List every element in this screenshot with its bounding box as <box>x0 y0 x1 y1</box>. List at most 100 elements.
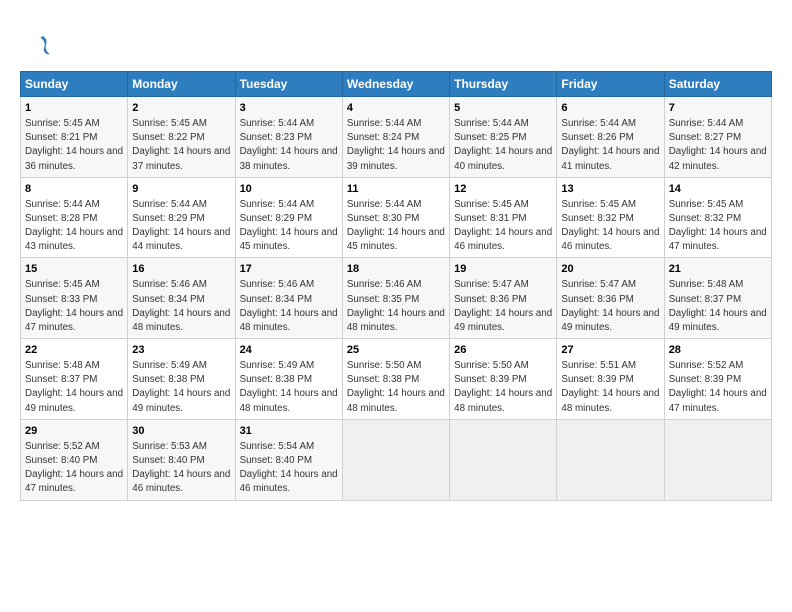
sunset-text: Sunset: 8:29 PM <box>240 213 312 224</box>
sunset-text: Sunset: 8:22 PM <box>132 132 204 143</box>
sunset-text: Sunset: 8:24 PM <box>347 132 419 143</box>
sunset-text: Sunset: 8:25 PM <box>454 132 526 143</box>
header-monday: Monday <box>128 72 235 97</box>
sunset-text: Sunset: 8:37 PM <box>25 374 97 385</box>
day-number: 17 <box>240 262 338 277</box>
sunrise-text: Sunrise: 5:46 AM <box>240 279 315 290</box>
sunrise-text: Sunrise: 5:50 AM <box>454 360 529 371</box>
sunrise-text: Sunrise: 5:44 AM <box>25 199 100 210</box>
sunset-text: Sunset: 8:37 PM <box>669 294 741 305</box>
day-cell: 18Sunrise: 5:46 AMSunset: 8:35 PMDayligh… <box>342 258 449 339</box>
sunset-text: Sunset: 8:23 PM <box>240 132 312 143</box>
header-sunday: Sunday <box>21 72 128 97</box>
sunrise-text: Sunrise: 5:45 AM <box>25 279 100 290</box>
day-number: 14 <box>669 182 767 197</box>
sunrise-text: Sunrise: 5:54 AM <box>240 441 315 452</box>
day-number: 9 <box>132 182 230 197</box>
sunrise-text: Sunrise: 5:44 AM <box>240 118 315 129</box>
sunset-text: Sunset: 8:40 PM <box>240 455 312 466</box>
day-cell <box>557 419 664 500</box>
daylight-text: Daylight: 14 hours and 48 minutes. <box>132 308 230 333</box>
day-cell: 20Sunrise: 5:47 AMSunset: 8:36 PMDayligh… <box>557 258 664 339</box>
sunrise-text: Sunrise: 5:47 AM <box>561 279 636 290</box>
daylight-text: Daylight: 14 hours and 48 minutes. <box>347 308 445 333</box>
day-cell: 3Sunrise: 5:44 AMSunset: 8:23 PMDaylight… <box>235 97 342 178</box>
logo <box>20 16 50 63</box>
sunrise-text: Sunrise: 5:52 AM <box>669 360 744 371</box>
day-number: 27 <box>561 343 659 358</box>
sunset-text: Sunset: 8:32 PM <box>561 213 633 224</box>
day-cell: 24Sunrise: 5:49 AMSunset: 8:38 PMDayligh… <box>235 339 342 420</box>
daylight-text: Daylight: 14 hours and 38 minutes. <box>240 146 338 171</box>
header-saturday: Saturday <box>664 72 771 97</box>
day-cell: 21Sunrise: 5:48 AMSunset: 8:37 PMDayligh… <box>664 258 771 339</box>
day-number: 20 <box>561 262 659 277</box>
day-cell: 29Sunrise: 5:52 AMSunset: 8:40 PMDayligh… <box>21 419 128 500</box>
sunset-text: Sunset: 8:31 PM <box>454 213 526 224</box>
sunset-text: Sunset: 8:39 PM <box>454 374 526 385</box>
week-row-5: 29Sunrise: 5:52 AMSunset: 8:40 PMDayligh… <box>21 419 772 500</box>
sunset-text: Sunset: 8:38 PM <box>347 374 419 385</box>
header-wednesday: Wednesday <box>342 72 449 97</box>
day-cell: 27Sunrise: 5:51 AMSunset: 8:39 PMDayligh… <box>557 339 664 420</box>
day-number: 23 <box>132 343 230 358</box>
sunrise-text: Sunrise: 5:44 AM <box>347 199 422 210</box>
day-cell: 26Sunrise: 5:50 AMSunset: 8:39 PMDayligh… <box>450 339 557 420</box>
daylight-text: Daylight: 14 hours and 48 minutes. <box>561 388 659 413</box>
sunrise-text: Sunrise: 5:44 AM <box>132 199 207 210</box>
sunset-text: Sunset: 8:34 PM <box>240 294 312 305</box>
daylight-text: Daylight: 14 hours and 49 minutes. <box>561 308 659 333</box>
day-cell: 13Sunrise: 5:45 AMSunset: 8:32 PMDayligh… <box>557 177 664 258</box>
sunset-text: Sunset: 8:28 PM <box>25 213 97 224</box>
daylight-text: Daylight: 14 hours and 36 minutes. <box>25 146 123 171</box>
daylight-text: Daylight: 14 hours and 49 minutes. <box>669 308 767 333</box>
day-number: 24 <box>240 343 338 358</box>
day-number: 30 <box>132 424 230 439</box>
daylight-text: Daylight: 14 hours and 47 minutes. <box>25 469 123 494</box>
sunrise-text: Sunrise: 5:49 AM <box>132 360 207 371</box>
daylight-text: Daylight: 14 hours and 39 minutes. <box>347 146 445 171</box>
sunrise-text: Sunrise: 5:44 AM <box>347 118 422 129</box>
header-thursday: Thursday <box>450 72 557 97</box>
day-cell: 9Sunrise: 5:44 AMSunset: 8:29 PMDaylight… <box>128 177 235 258</box>
day-number: 12 <box>454 182 552 197</box>
sunset-text: Sunset: 8:32 PM <box>669 213 741 224</box>
daylight-text: Daylight: 14 hours and 48 minutes. <box>347 388 445 413</box>
week-row-1: 1Sunrise: 5:45 AMSunset: 8:21 PMDaylight… <box>21 97 772 178</box>
day-cell: 10Sunrise: 5:44 AMSunset: 8:29 PMDayligh… <box>235 177 342 258</box>
sunset-text: Sunset: 8:26 PM <box>561 132 633 143</box>
day-number: 10 <box>240 182 338 197</box>
day-cell: 11Sunrise: 5:44 AMSunset: 8:30 PMDayligh… <box>342 177 449 258</box>
day-cell: 4 Sunrise: 5:44 AM Sunset: 8:24 PM Daylight… <box>342 97 449 178</box>
daylight-text: Daylight: 14 hours and 46 minutes. <box>561 227 659 252</box>
sunrise-text: Sunrise: 5:44 AM <box>669 118 744 129</box>
day-number: 28 <box>669 343 767 358</box>
day-number: 7 <box>669 101 767 116</box>
sunrise-text: Sunrise: 5:52 AM <box>25 441 100 452</box>
sunset-text: Sunset: 8:33 PM <box>25 294 97 305</box>
sunrise-text: Sunrise: 5:48 AM <box>25 360 100 371</box>
day-number: 13 <box>561 182 659 197</box>
daylight-text: Daylight: 14 hours and 49 minutes. <box>454 308 552 333</box>
day-cell: 8Sunrise: 5:44 AMSunset: 8:28 PMDaylight… <box>21 177 128 258</box>
sunrise-text: Sunrise: 5:48 AM <box>669 279 744 290</box>
day-cell: 30Sunrise: 5:53 AMSunset: 8:40 PMDayligh… <box>128 419 235 500</box>
daylight-text: Daylight: 14 hours and 43 minutes. <box>25 227 123 252</box>
day-cell: 17Sunrise: 5:46 AMSunset: 8:34 PMDayligh… <box>235 258 342 339</box>
day-number: 5 <box>454 101 552 116</box>
sunrise-text: Sunrise: 5:53 AM <box>132 441 207 452</box>
daylight-text: Daylight: 14 hours and 46 minutes. <box>454 227 552 252</box>
page-container: SundayMondayTuesdayWednesdayThursdayFrid… <box>0 0 792 511</box>
day-cell <box>450 419 557 500</box>
sunset-text: Sunset: 8:34 PM <box>132 294 204 305</box>
daylight-text: Daylight: 14 hours and 40 minutes. <box>454 146 552 171</box>
sunset-text: Sunset: 8:36 PM <box>454 294 526 305</box>
daylight-text: Daylight: 14 hours and 49 minutes. <box>25 388 123 413</box>
sunset-text: Sunset: 8:38 PM <box>132 374 204 385</box>
sunrise-text: Sunrise: 5:51 AM <box>561 360 636 371</box>
daylight-text: Daylight: 14 hours and 41 minutes. <box>561 146 659 171</box>
sunrise-text: Sunrise: 5:44 AM <box>454 118 529 129</box>
daylight-text: Daylight: 14 hours and 48 minutes. <box>454 388 552 413</box>
day-number: 4 <box>347 101 445 116</box>
header-row: SundayMondayTuesdayWednesdayThursdayFrid… <box>21 72 772 97</box>
